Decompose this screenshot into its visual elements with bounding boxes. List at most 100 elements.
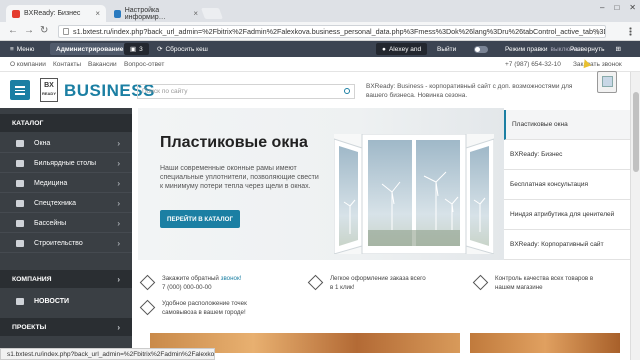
medicine-icon	[16, 180, 24, 187]
chevron-right-icon: ›	[117, 198, 120, 208]
sidebar-item-label: Окна	[34, 139, 51, 147]
search-placeholder: Поиск по сайту	[142, 88, 188, 95]
banner-text: Наши современные оконные рамы имеют спец…	[160, 165, 319, 190]
slide-item-windows[interactable]: Пластиковые окна	[504, 110, 630, 140]
tab-settings[interactable]: Настройка информир… ×	[108, 5, 204, 22]
edit-mode-label: Режим правки	[505, 45, 548, 53]
chevron-right-icon: ›	[117, 238, 120, 248]
search-input[interactable]: Поиск по сайту	[137, 84, 355, 99]
tab-bxready[interactable]: BXReady: Бизнес ×	[6, 5, 106, 22]
feature-callback-phone: 7 (000) 000-00-00	[162, 283, 212, 291]
sidebar-item-label: НОВОСТИ	[34, 298, 70, 305]
url-text: s1.bxtest.ru/index.php?back_url_admin=%2…	[73, 27, 606, 36]
slide-item-bxready-business[interactable]: BXReady: Бизнес	[504, 140, 630, 170]
link-about[interactable]: О компании	[10, 61, 46, 68]
logo[interactable]: BX READY	[40, 78, 58, 102]
user-name: Alexey and	[388, 45, 422, 53]
chevron-right-icon: ›	[117, 158, 120, 168]
slide-item-corporate[interactable]: BXReady: Корпоративный сайт	[504, 230, 630, 260]
back-icon[interactable]: ←	[8, 25, 18, 36]
clear-cache-button[interactable]: ⟳ Сбросить кеш	[157, 41, 208, 57]
sidebar-item-label: Бильярдные столы	[34, 159, 97, 167]
chevron-right-icon: ›	[117, 274, 120, 284]
page-scrollbar[interactable]	[630, 72, 640, 360]
hero-banner: Пластиковые окна Наши современные оконны…	[138, 108, 504, 260]
window-image	[334, 134, 494, 254]
administration-button[interactable]: Администрирование	[50, 43, 130, 55]
browser-menu-icon[interactable]	[629, 27, 632, 36]
page-info-icon[interactable]	[63, 28, 69, 35]
logo-box-sub: READY	[41, 91, 56, 96]
clear-cache-label: Сбросить кеш	[165, 45, 208, 53]
minimize-icon[interactable]: –	[600, 3, 604, 12]
feature-callback-text: Закажите обратный	[162, 275, 219, 282]
chevron-right-icon: ›	[117, 322, 120, 332]
banner-slides-list: Пластиковые окна BXReady: Бизнес Бесплат…	[504, 108, 630, 260]
administration-label: Администрирование	[56, 45, 124, 53]
user-button[interactable]: ● Alexey and	[376, 43, 428, 55]
expand-label: Развернуть	[570, 45, 605, 53]
callback-link[interactable]: звонок!	[221, 275, 242, 282]
sidebar-projects-header[interactable]: ПРОЕКТЫ ›	[0, 318, 132, 336]
window-controls: – □ ✕	[600, 3, 636, 12]
truck-icon	[16, 200, 24, 207]
close-tab-icon[interactable]: ×	[193, 9, 198, 18]
bookmark-star-icon[interactable]: ☆	[593, 27, 601, 37]
floating-widget[interactable]	[597, 71, 617, 93]
projects-label: ПРОЕКТЫ	[12, 323, 47, 331]
feature-order-text: Легкое оформление заказа всего в 1 клик!	[330, 275, 426, 291]
sidebar-item-news[interactable]: НОВОСТИ	[0, 292, 132, 311]
link-faq[interactable]: Вопрос-ответ	[124, 61, 164, 68]
notifications-button[interactable]: ▣ 3	[124, 43, 149, 55]
hamburger-menu-button[interactable]	[10, 80, 30, 100]
phone-number[interactable]: +7 (987) 654-32-10	[505, 61, 561, 68]
feature-quality-text: Контроль качества всех товаров в нашем м…	[495, 275, 594, 291]
sidebar-item-medicine[interactable]: Медицина ›	[0, 174, 132, 193]
product-image	[470, 333, 620, 353]
close-tab-icon[interactable]: ×	[95, 9, 100, 18]
link-vacancies[interactable]: Вакансии	[88, 61, 117, 68]
refresh-icon: ⟳	[157, 46, 163, 53]
forward-icon[interactable]: →	[24, 25, 34, 36]
admin-menu-label: Меню	[16, 45, 35, 53]
admin-menu-button[interactable]: ≡ Меню	[10, 41, 34, 57]
favicon-icon	[12, 9, 20, 18]
new-tab-button[interactable]	[200, 8, 224, 19]
close-window-icon[interactable]: ✕	[629, 3, 636, 12]
pin-icon[interactable]: ⊞	[615, 45, 620, 53]
slide-item-ninja[interactable]: Ниндзя атрибутика для ценителей	[504, 200, 630, 230]
url-input[interactable]: s1.bxtest.ru/index.php?back_url_admin=%2…	[58, 25, 606, 38]
notification-icon: ▣	[130, 46, 137, 53]
sidebar-item-construction[interactable]: Строительство ›	[0, 234, 132, 253]
scrollbar-thumb[interactable]	[633, 92, 639, 172]
toggle-switch[interactable]	[474, 45, 488, 53]
sidebar-item-machinery[interactable]: Спецтехника ›	[0, 194, 132, 213]
notifications-count: 3	[139, 45, 143, 53]
sidebar-item-pools[interactable]: Бассейны ›	[0, 214, 132, 233]
sidebar: КАТАЛОГ Окна › Бильярдные столы › Медици…	[0, 108, 132, 360]
sidebar-catalog-header[interactable]: КАТАЛОГ	[0, 114, 132, 132]
callback-link[interactable]: Заказать звонок	[573, 61, 622, 68]
edit-mode-toggle[interactable]: Режим правки выключен	[474, 41, 581, 57]
user-icon: ●	[382, 45, 386, 53]
browser-tab-strip: BXReady: Бизнес × Настройка информир… × …	[0, 0, 640, 22]
slide-item-consultation[interactable]: Бесплатная консультация	[504, 170, 630, 200]
sidebar-item-billiards[interactable]: Бильярдные столы ›	[0, 154, 132, 173]
link-contacts[interactable]: Контакты	[53, 61, 81, 68]
go-to-catalog-button[interactable]: ПЕРЕЙТИ В КАТАЛОГ	[160, 210, 240, 228]
sidebar-item-windows[interactable]: Окна ›	[0, 134, 132, 153]
reload-icon[interactable]: ↻	[40, 25, 48, 36]
logout-label: Выйти	[437, 45, 457, 53]
chevron-right-icon: ›	[117, 178, 120, 188]
sidebar-company-header[interactable]: КОМПАНИЯ ›	[0, 270, 132, 288]
cart-icon	[307, 274, 324, 291]
chevron-right-icon: ›	[117, 218, 120, 228]
expand-button[interactable]: Развернуть ⊞	[570, 41, 621, 57]
maximize-icon[interactable]: □	[614, 3, 619, 12]
logout-button[interactable]: Выйти	[437, 41, 456, 57]
windows-icon	[16, 140, 24, 147]
address-bar: ← → ↻ s1.bxtest.ru/index.php?back_url_ad…	[0, 22, 640, 41]
site-header: +7 (987) 654-32-10 Заказать звонок BX RE…	[0, 61, 640, 108]
logo-box-text: BX	[44, 82, 54, 89]
search-icon[interactable]	[344, 88, 350, 94]
